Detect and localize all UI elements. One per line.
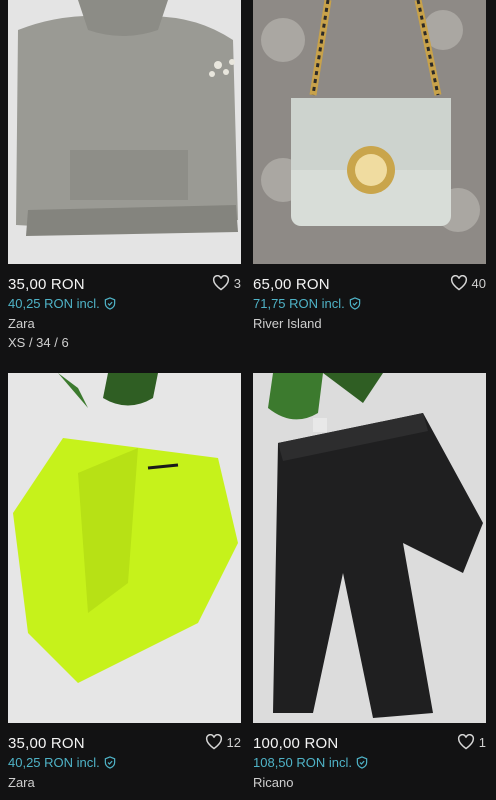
price-incl-label: 40,25 RON incl. (8, 296, 100, 311)
favorite-button[interactable]: 40 (450, 275, 486, 291)
shield-check-icon (104, 756, 116, 769)
heart-icon (450, 275, 467, 291)
price-incl-label: 40,25 RON incl. (8, 755, 100, 770)
price-incl[interactable]: 108,50 RON incl. (253, 755, 368, 770)
item-price: 100,00 RON (253, 735, 339, 752)
item-brand: Zara (8, 316, 35, 331)
favorite-count: 1 (478, 734, 486, 750)
item-photo[interactable] (253, 373, 486, 723)
item-card[interactable]: 35,00 RON 12 40,25 RON incl. Zara (8, 373, 241, 800)
price-incl[interactable]: 40,25 RON incl. (8, 296, 116, 311)
item-grid: 35,00 RON 3 40,25 RON incl. Zara XS / 34… (0, 0, 496, 800)
favorite-count: 12 (226, 734, 241, 750)
shield-check-icon (349, 297, 361, 310)
favorite-button[interactable]: 12 (205, 734, 241, 750)
favorite-button[interactable]: 3 (212, 275, 241, 291)
item-brand: Ricano (253, 775, 294, 790)
item-card[interactable]: 35,00 RON 3 40,25 RON incl. Zara XS / 34… (8, 0, 241, 370)
favorite-count: 3 (233, 275, 241, 291)
item-card[interactable]: 65,00 RON 40 71,75 RON incl. River Islan… (253, 0, 486, 370)
price-incl[interactable]: 40,25 RON incl. (8, 755, 116, 770)
price-incl-label: 71,75 RON incl. (253, 296, 345, 311)
favorite-button[interactable]: 1 (457, 734, 486, 750)
heart-icon (212, 275, 229, 291)
item-card[interactable]: 100,00 RON 1 108,50 RON incl. Ricano (253, 373, 486, 800)
item-photo[interactable] (8, 373, 241, 723)
shield-check-icon (104, 297, 116, 310)
price-incl[interactable]: 71,75 RON incl. (253, 296, 361, 311)
favorite-count: 40 (471, 275, 486, 291)
price-incl-label: 108,50 RON incl. (253, 755, 352, 770)
item-photo[interactable] (253, 0, 486, 264)
item-brand: Zara (8, 775, 35, 790)
shield-check-icon (356, 756, 368, 769)
heart-icon (205, 734, 222, 750)
item-price: 35,00 RON (8, 276, 85, 293)
item-price: 35,00 RON (8, 735, 85, 752)
item-photo[interactable] (8, 0, 241, 264)
heart-icon (457, 734, 474, 750)
item-brand: River Island (253, 316, 322, 331)
item-size: XS / 34 / 6 (8, 335, 69, 350)
item-price: 65,00 RON (253, 276, 330, 293)
